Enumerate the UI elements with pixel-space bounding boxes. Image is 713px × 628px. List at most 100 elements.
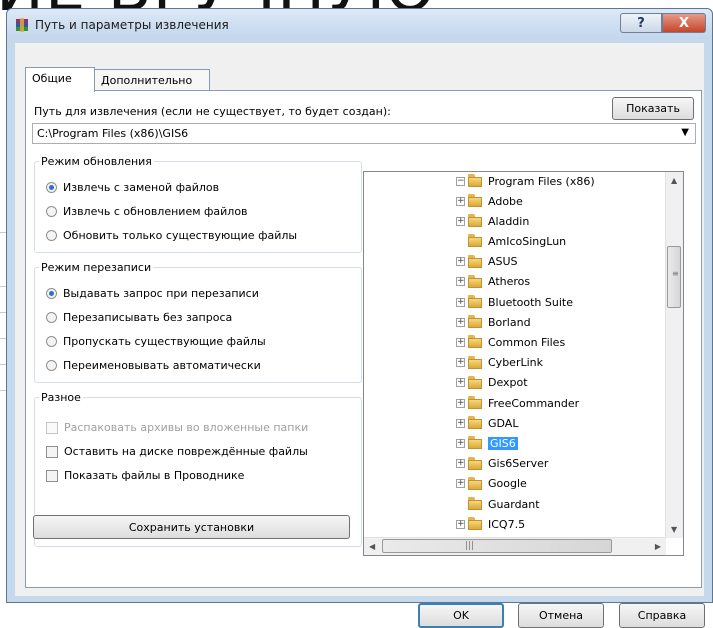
cancel-button[interactable]: Отмена [518, 603, 604, 628]
tab-advanced[interactable]: Дополнительно [94, 69, 210, 91]
tree-item-label: AmIcoSingLun [488, 234, 567, 248]
tree-item[interactable]: + Gis6Server [456, 455, 548, 473]
tree-item[interactable]: + Bluetooth Suite [456, 293, 573, 311]
tree-item[interactable]: + Common Files [456, 333, 565, 351]
radio-icon[interactable] [46, 360, 57, 371]
save-settings-button[interactable]: Сохранить установки [33, 515, 350, 539]
radio-label: Обновить только существующие файлы [63, 229, 298, 242]
scroll-up-icon[interactable]: ▲ [671, 176, 677, 185]
expand-icon[interactable]: + [456, 257, 465, 267]
tree-vertical-scrollbar[interactable]: ▲ ≡ ▼ [665, 172, 683, 538]
close-button[interactable]: X [662, 13, 706, 33]
overwrite-mode-title: Режим перезаписи [41, 261, 152, 274]
checkbox-nested-archives: Распаковать архивы во вложенные папки [46, 421, 308, 434]
winrar-icon [16, 18, 28, 32]
scroll-left-icon[interactable]: ◀ [369, 542, 375, 551]
radio-icon[interactable] [46, 182, 57, 193]
radio-ask-overwrite[interactable]: Выдавать запрос при перезаписи [46, 287, 259, 300]
folder-icon [468, 396, 484, 410]
vertical-scroll-thumb[interactable]: ≡ [667, 246, 681, 308]
folder-icon [468, 375, 484, 390]
folder-tree[interactable]: − Program Files (x86) + Adobe + Aladdin AmIc… [363, 171, 684, 556]
radio-extract-update[interactable]: Извлечь с обновлением файлов [46, 205, 248, 218]
tree-item[interactable]: + Aladdin [456, 212, 529, 230]
tree-item[interactable]: + Atheros [456, 273, 530, 291]
folder-icon [468, 295, 484, 309]
expand-icon[interactable]: + [456, 317, 465, 327]
expand-icon[interactable]: + [456, 216, 465, 226]
folder-icon [468, 214, 484, 228]
radio-skip-existing[interactable]: Пропускать существующие файлы [46, 335, 266, 348]
expand-icon[interactable]: + [456, 398, 465, 408]
folder-icon [468, 497, 484, 511]
tree-root[interactable]: − Program Files (x86) [456, 172, 595, 190]
checkbox-keep-broken[interactable]: Оставить на диске повреждённые файлы [46, 445, 308, 458]
expand-icon[interactable]: + [456, 337, 465, 347]
dialog-client-area: Общие Дополнительно Путь для извлечения … [15, 43, 705, 628]
expand-icon[interactable]: + [456, 459, 465, 469]
expand-icon[interactable]: + [456, 297, 465, 307]
radio-label: Перезаписывать без запроса [63, 311, 233, 324]
scroll-right-icon[interactable]: ▶ [655, 542, 661, 551]
radio-icon[interactable] [46, 230, 57, 241]
folder-icon [468, 456, 484, 471]
folder-icon [468, 416, 484, 430]
tree-horizontal-scrollbar[interactable]: ◀ ||| ▶ [364, 537, 666, 555]
tree-item-label: Atheros [488, 275, 531, 289]
tree-item[interactable]: Guardant [456, 495, 540, 513]
ok-button[interactable]: OK [418, 603, 504, 628]
radio-update-existing[interactable]: Обновить только существующие файлы [46, 229, 297, 242]
radio-icon[interactable] [46, 288, 57, 299]
expand-icon[interactable]: + [456, 358, 465, 368]
tree-item-label: Aladdin [488, 214, 530, 228]
tab-general[interactable]: Общие [25, 67, 95, 92]
update-mode-title: Режим обновления [41, 155, 152, 168]
tree-item[interactable]: + CyberLink [456, 354, 543, 372]
checkbox-label: Показать файлы в Проводнике [64, 469, 245, 482]
tree-item[interactable]: + Borland [456, 313, 531, 331]
tree-item[interactable]: + Google [456, 475, 527, 493]
title-bar[interactable]: Путь и параметры извлечения ? X [7, 9, 712, 39]
tree-item[interactable]: AmIcoSingLun [456, 232, 566, 250]
expand-icon[interactable]: + [456, 277, 465, 287]
tree-item-label: Common Files [488, 335, 566, 349]
expand-icon[interactable]: + [456, 418, 465, 428]
radio-overwrite-silent[interactable]: Перезаписывать без запроса [46, 311, 232, 324]
collapse-icon[interactable]: − [456, 176, 465, 186]
tree-item[interactable]: + GIS6 [456, 434, 518, 452]
show-button[interactable]: Показать [612, 97, 694, 120]
checkbox-icon[interactable] [46, 469, 58, 482]
scroll-down-icon[interactable]: ▼ [671, 525, 677, 534]
checkbox-icon[interactable] [46, 445, 58, 458]
folder-icon [468, 234, 484, 248]
tree-item-label: Bluetooth Suite [488, 295, 573, 309]
tree-item[interactable]: + Adobe [456, 192, 523, 210]
radio-icon[interactable] [46, 206, 57, 217]
checkbox-label: Распаковать архивы во вложенные папки [64, 421, 309, 434]
radio-extract-replace[interactable]: Извлечь с заменой файлов [46, 181, 219, 194]
tree-item[interactable]: + GDAL [456, 414, 518, 432]
tree-item-label: GIS6 [488, 436, 518, 450]
tree-item-label: Guardant [488, 497, 540, 511]
chevron-down-icon[interactable]: ▼ [681, 127, 689, 138]
radio-icon[interactable] [46, 336, 57, 347]
help-title-button[interactable]: ? [620, 13, 662, 33]
help-button[interactable]: Справка [619, 603, 705, 628]
radio-auto-rename[interactable]: Переименовывать автоматически [46, 359, 261, 372]
tree-item[interactable]: + ICQ7.5 [456, 515, 525, 533]
tree-item-label: Dexpot [488, 376, 528, 390]
tree-item[interactable]: + Dexpot [456, 374, 528, 392]
path-combobox[interactable]: C:\Program Files (x86)\GIS6 ▼ [32, 123, 696, 144]
expand-icon[interactable]: + [456, 378, 465, 388]
tree-item[interactable]: + FreeCommander [456, 394, 579, 412]
tree-item[interactable]: + ASUS [456, 253, 518, 271]
expand-icon[interactable]: + [456, 196, 465, 206]
horizontal-scroll-thumb[interactable]: ||| [382, 539, 612, 553]
expand-icon[interactable]: + [456, 519, 465, 529]
expand-icon[interactable]: + [456, 479, 465, 489]
grip-icon: ≡ [672, 269, 679, 278]
radio-icon[interactable] [46, 312, 57, 323]
checkbox-show-explorer[interactable]: Показать файлы в Проводнике [46, 469, 244, 482]
folder-icon [468, 194, 484, 208]
expand-icon[interactable]: + [456, 438, 465, 448]
